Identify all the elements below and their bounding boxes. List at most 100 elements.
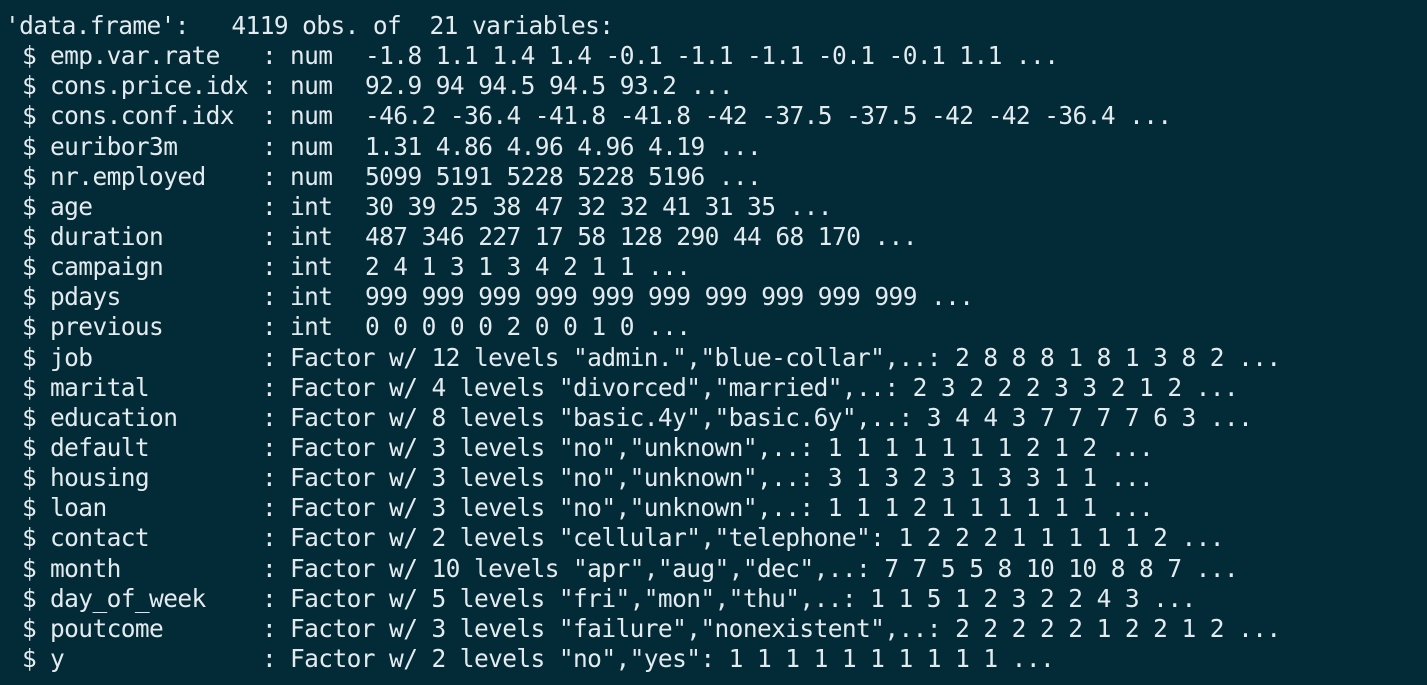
variable-row: $ education: Factor w/ 8 levels "basic.4y"… <box>5 403 1427 433</box>
variable-type: num <box>290 161 333 191</box>
colon-separator: : <box>262 221 277 251</box>
variable-type: int <box>290 252 333 282</box>
variable-name: default <box>50 432 150 462</box>
colon-separator: : <box>262 161 277 191</box>
variable-type: Factor w/ 10 levels <box>290 553 559 583</box>
variable-row: $ nr.employed: num 5099 5191 5228 5228 5196… <box>5 162 1427 192</box>
variable-type: Factor w/ 3 levels <box>290 613 545 643</box>
colon-separator: : <box>262 282 277 312</box>
variable-values: "no","yes": 1 1 1 1 1 1 1 1 1 1 ... <box>558 643 1055 673</box>
variable-row: $ age: int 30 39 25 38 47 32 32 41 31 35 ..… <box>5 192 1427 222</box>
variable-row: $ previous: int 0 0 0 0 0 2 0 0 1 0 ... <box>5 312 1427 342</box>
variable-row: $ duration: int 487 346 227 17 58 128 290 4… <box>5 222 1427 252</box>
colon-separator: : <box>262 643 277 673</box>
variable-values: 2 4 1 3 1 3 4 2 1 1 ... <box>365 252 691 282</box>
variable-values: 0 0 0 0 0 2 0 0 1 0 ... <box>365 312 691 342</box>
dollar-bullet: $ <box>22 493 37 523</box>
dollar-bullet: $ <box>22 342 37 372</box>
colon-separator: : <box>262 342 277 372</box>
variable-type: num <box>290 41 333 71</box>
dollar-bullet: $ <box>22 101 37 131</box>
colon-separator: : <box>262 41 277 71</box>
variable-row: $ campaign: int 2 4 1 3 1 3 4 2 1 1 ... <box>5 252 1427 282</box>
variable-name: cons.conf.idx <box>50 101 235 131</box>
variable-name: housing <box>50 463 150 493</box>
variable-name: y <box>50 643 65 673</box>
dollar-bullet: $ <box>22 613 37 643</box>
variable-values: "basic.4y","basic.6y",..: 3 4 4 3 7 7 7 … <box>558 402 1253 432</box>
variable-row: $ euribor3m: num 1.31 4.86 4.96 4.96 4.19 .… <box>5 132 1427 162</box>
variable-type: Factor w/ 12 levels <box>290 342 559 372</box>
variable-row: $ emp.var.rate: num -1.8 1.1 1.4 1.4 -0.1 -… <box>5 41 1427 71</box>
variable-row: $ cons.price.idx: num 92.9 94 94.5 94.5 93.… <box>5 71 1427 101</box>
variable-type: Factor w/ 2 levels <box>290 523 545 553</box>
dollar-bullet: $ <box>22 523 37 553</box>
variable-values: "apr","aug","dec",..: 7 7 5 5 8 10 10 8 … <box>573 553 1239 583</box>
colon-separator: : <box>262 191 277 221</box>
variable-name: previous <box>50 312 164 342</box>
variable-row: $ housing: Factor w/ 3 levels "no","unknow… <box>5 463 1427 493</box>
variable-name: loan <box>50 493 107 523</box>
colon-separator: : <box>262 553 277 583</box>
variable-values: "failure","nonexistent",..: 2 2 2 2 2 1 … <box>558 613 1281 643</box>
variable-type: Factor w/ 4 levels <box>290 372 545 402</box>
variable-row: $ month: Factor w/ 10 levels "apr","aug","… <box>5 554 1427 584</box>
variable-name: cons.price.idx <box>50 71 249 101</box>
colon-separator: : <box>262 71 277 101</box>
variable-type: Factor w/ 3 levels <box>290 463 545 493</box>
colon-separator: : <box>262 493 277 523</box>
colon-separator: : <box>262 523 277 553</box>
dollar-bullet: $ <box>22 372 37 402</box>
variable-name: marital <box>50 372 150 402</box>
str-header: 'data.frame': 4119 obs. of 21 variables: <box>5 11 614 40</box>
variable-name: education <box>50 402 178 432</box>
r-console-output: 'data.frame': 4119 obs. of 21 variables:… <box>0 0 1427 685</box>
variable-values: -1.8 1.1 1.4 1.4 -0.1 -1.1 -1.1 -0.1 -0.… <box>365 41 1059 71</box>
colon-separator: : <box>262 402 277 432</box>
variable-values: "admin.","blue-collar",..: 2 8 8 8 1 8 1… <box>573 342 1281 372</box>
variable-type: num <box>290 101 333 131</box>
variable-type: Factor w/ 3 levels <box>290 432 545 462</box>
dollar-bullet: $ <box>22 71 37 101</box>
variable-type: Factor w/ 3 levels <box>290 493 545 523</box>
variable-type: int <box>290 312 333 342</box>
variable-name: nr.employed <box>50 161 206 191</box>
variable-values: 487 346 227 17 58 128 290 44 68 170 ... <box>365 221 917 251</box>
variable-values: "no","unknown",..: 1 1 1 1 1 1 1 2 1 2 .… <box>558 432 1154 462</box>
dollar-bullet: $ <box>22 41 37 71</box>
variable-row: $ pdays: int 999 999 999 999 999 999 999 99… <box>5 282 1427 312</box>
dollar-bullet: $ <box>22 131 37 161</box>
variable-name: duration <box>50 221 164 251</box>
variable-row: $ poutcome: Factor w/ 3 levels "failure","… <box>5 614 1427 644</box>
variable-row: $ loan: Factor w/ 3 levels "no","unknown",… <box>5 493 1427 523</box>
variable-type: int <box>290 221 333 251</box>
variable-name: poutcome <box>50 613 164 643</box>
variable-values: 92.9 94 94.5 94.5 93.2 ... <box>365 71 734 101</box>
variable-type: Factor w/ 2 levels <box>290 643 545 673</box>
colon-separator: : <box>262 131 277 161</box>
dollar-bullet: $ <box>22 553 37 583</box>
variable-values: 999 999 999 999 999 999 999 999 999 999 … <box>365 282 974 312</box>
dollar-bullet: $ <box>22 583 37 613</box>
variable-name: age <box>50 191 93 221</box>
dollar-bullet: $ <box>22 463 37 493</box>
variable-values: "no","unknown",..: 1 1 1 2 1 1 1 1 1 1 .… <box>558 493 1154 523</box>
colon-separator: : <box>262 613 277 643</box>
dollar-bullet: $ <box>22 282 37 312</box>
colon-separator: : <box>262 252 277 282</box>
variable-row: $ contact: Factor w/ 2 levels "cellular","… <box>5 523 1427 553</box>
colon-separator: : <box>262 463 277 493</box>
variable-row: $ y: Factor w/ 2 levels "no","yes": 1 1 1 … <box>5 644 1427 674</box>
dollar-bullet: $ <box>22 432 37 462</box>
dollar-bullet: $ <box>22 161 37 191</box>
variable-row: $ day_of_week: Factor w/ 5 levels "fri","m… <box>5 584 1427 614</box>
variable-name: contact <box>50 523 150 553</box>
variable-values: "fri","mon","thu",..: 1 1 5 1 2 3 2 2 4 … <box>558 583 1196 613</box>
dollar-bullet: $ <box>22 402 37 432</box>
variable-values: -46.2 -36.4 -41.8 -41.8 -42 -37.5 -37.5 … <box>365 101 1172 131</box>
variable-row: $ cons.conf.idx: num -46.2 -36.4 -41.8 -41.… <box>5 101 1427 131</box>
variable-row: $ default: Factor w/ 3 levels "no","unknow… <box>5 433 1427 463</box>
variable-row: $ job: Factor w/ 12 levels "admin.","blue-… <box>5 343 1427 373</box>
dollar-bullet: $ <box>22 221 37 251</box>
dollar-bullet: $ <box>22 191 37 221</box>
